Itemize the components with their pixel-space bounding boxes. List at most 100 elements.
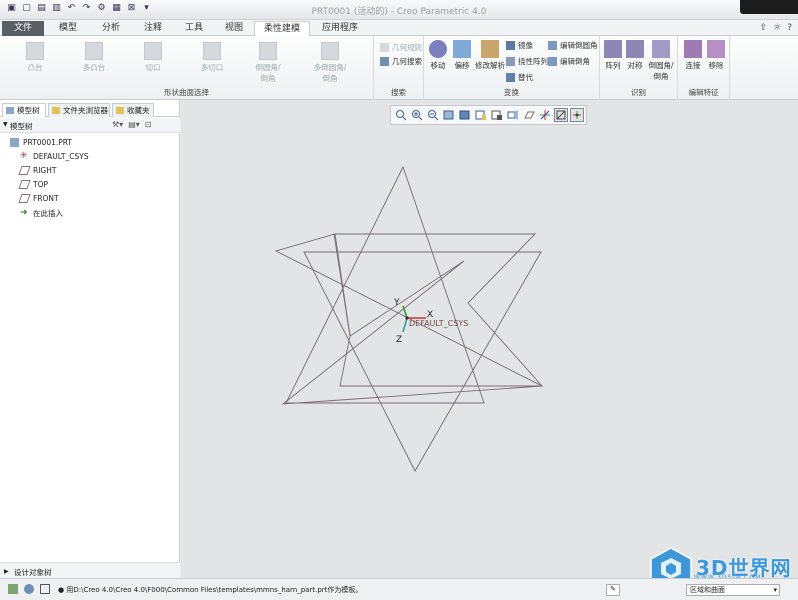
remove-button[interactable]: 移除 [705, 40, 727, 71]
recognize-round-chamfer-icon [652, 40, 670, 58]
substitute-button[interactable]: 替代 [506, 72, 533, 83]
move-button[interactable]: 移动 [426, 40, 450, 71]
status-icons [8, 584, 50, 594]
datum-plane-right-lower[interactable] [303, 251, 542, 472]
part-icon [10, 138, 19, 147]
datum-plane-icon [18, 180, 31, 189]
tab-annotate[interactable]: 注释 [132, 21, 174, 36]
navigator-toggle-icon[interactable] [8, 584, 18, 594]
folder-icon [52, 107, 60, 114]
tree-node-csys[interactable]: ✳ DEFAULT_CSYS [20, 151, 89, 162]
tree-settings-icon[interactable]: ⚒▾ [112, 120, 123, 129]
substitute-icon [506, 73, 515, 82]
offset-icon [453, 40, 471, 58]
axis-z-label: Z [396, 335, 402, 345]
pattern-icon [604, 40, 622, 58]
recognize-round-chamfer-button[interactable]: 倒圆角/倒角 [646, 40, 676, 82]
tab-model-tree[interactable]: 模型树 [2, 103, 46, 117]
collapse-arrow-icon[interactable]: ▼ [3, 121, 8, 128]
multi-cut-icon [203, 42, 221, 60]
settings-icon[interactable]: ☼ [773, 23, 781, 33]
model-graphics: X Y Z DEFAULT_CSYS [274, 165, 544, 472]
tab-favorites[interactable]: 收藏夹 [112, 103, 154, 117]
tab-flexible-modeling[interactable]: 柔性建模 [254, 21, 310, 36]
full-screen-icon[interactable] [40, 584, 50, 594]
collapse-ribbon-icon[interactable]: ⇧ [760, 23, 768, 33]
z-axis [402, 317, 408, 333]
geometry-rules-icon [380, 43, 389, 52]
geometry-search-button[interactable]: 几何搜索 [380, 56, 422, 67]
edit-round-button[interactable]: 编辑倒圆角 [548, 40, 598, 51]
offset-button[interactable]: 偏移 [450, 40, 474, 71]
symmetry-icon [626, 40, 644, 58]
pattern-button[interactable]: 阵列 [602, 40, 624, 71]
tree-columns-icon[interactable]: ▤▾ [128, 120, 140, 129]
tree-node-right[interactable]: RIGHT [18, 166, 56, 175]
round-chamfer-button[interactable]: 倒圆角/倒角 [252, 42, 284, 84]
multi-boss-button[interactable]: 多凸台 [76, 42, 112, 73]
menu-right-icons: ⇧ ☼ ? [760, 23, 792, 33]
tab-folder-browser[interactable]: 文件夹浏览器 [48, 103, 110, 117]
panel-tabs: 模型树 文件夹浏览器 收藏夹 [0, 102, 180, 117]
group-label: 形状曲面选择 [164, 88, 209, 97]
attach-button[interactable]: 连接 [682, 40, 704, 71]
round-chamfer-icon [259, 42, 277, 60]
tab-file[interactable]: 文件 [2, 21, 44, 36]
modify-analytic-button[interactable]: 修改解析 [474, 40, 506, 71]
title-bar: ▣ ▢ ▤ ▥ ↶ ↷ ⚙ ▦ ⊠ ▾ PRT0001 (活动的) - Creo… [0, 0, 798, 20]
tree-node-front[interactable]: FRONT [18, 194, 59, 203]
tab-view[interactable]: 视图 [214, 21, 254, 36]
boss-button[interactable]: 凸台 [20, 42, 50, 73]
attach-icon [684, 40, 702, 58]
datum-plane-right[interactable] [285, 165, 485, 404]
remove-icon [707, 40, 725, 58]
search-group: 几何规则 几何搜索 搜索 [374, 36, 424, 100]
flexible-pattern-button[interactable]: 挠性阵列 [506, 56, 548, 67]
selection-filter-select[interactable]: 区域和曲面 ▾ [686, 584, 780, 596]
datum-plane-icon [18, 194, 31, 203]
help-icon[interactable]: ? [787, 23, 792, 33]
browser-toggle-icon[interactable] [24, 584, 34, 594]
tree-node-top[interactable]: TOP [18, 180, 48, 189]
tree-tools: ⚒▾ ▤▾ ⊡ [112, 120, 151, 129]
modify-analytic-icon [481, 40, 499, 58]
tree-filter-icon[interactable]: ⊡ [145, 120, 152, 129]
graphics-area[interactable]: X Y Z DEFAULT_CSYS [181, 100, 798, 578]
favorites-icon [116, 107, 124, 114]
geometry-rules-button[interactable]: 几何规则 [380, 42, 422, 53]
tab-model[interactable]: 模型 [46, 21, 90, 36]
multi-cut-button[interactable]: 多切口 [194, 42, 230, 73]
navigator-panel: 模型树 文件夹浏览器 收藏夹 ▼ 模型树 ⚒▾ ▤▾ ⊡ PRT0001.PRT… [0, 100, 180, 578]
edit-features-group: 连接 移除 编辑特征 [678, 36, 730, 100]
csys-icon: ✳ [20, 151, 28, 161]
cut-button[interactable]: 切口 [138, 42, 168, 73]
multi-round-chamfer-button[interactable]: 多倒圆角/倒角 [310, 42, 350, 84]
symmetry-button[interactable]: 对称 [624, 40, 646, 71]
edit-chamfer-button[interactable]: 编辑倒角 [548, 56, 590, 67]
mirror-icon [506, 41, 515, 50]
multi-boss-icon [85, 42, 103, 60]
csys-glyph[interactable]: X Y Z DEFAULT_CSYS [393, 298, 468, 345]
flexible-pattern-icon [506, 57, 515, 66]
datum-plane-front[interactable] [333, 233, 544, 387]
edit-chamfer-icon [548, 57, 557, 66]
tab-tools[interactable]: 工具 [174, 21, 214, 36]
insert-arrow-icon: ➜ [20, 208, 28, 218]
ribbon-tabs: 文件 模型 分析 注释 工具 视图 柔性建模 应用程序 ⇧ ☼ ? [0, 20, 798, 36]
model-tree-icon [6, 107, 14, 114]
tab-applications[interactable]: 应用程序 [312, 21, 368, 36]
window-title: PRT0001 (活动的) - Creo Parametric 4.0 [311, 7, 487, 17]
selection-tool-icon[interactable]: ✎ [606, 584, 620, 596]
mirror-button[interactable]: 镜像 [506, 40, 533, 51]
tree-node-insert-here[interactable]: ➜ 在此插入 [20, 208, 63, 219]
geometry-search-icon [380, 57, 389, 66]
multi-round-chamfer-icon [321, 42, 339, 60]
tree-node-part[interactable]: PRT0001.PRT [10, 138, 72, 147]
group-label: 变换 [504, 88, 519, 97]
tree-header: ▼ 模型树 ⚒▾ ▤▾ ⊡ [0, 118, 180, 133]
tab-analysis[interactable]: 分析 [90, 21, 132, 36]
expand-arrow-icon: ▶ [4, 568, 9, 575]
design-item-tree[interactable]: ▶ 设计对象树 [0, 562, 180, 578]
window-controls[interactable] [740, 0, 798, 14]
boss-icon [26, 42, 44, 60]
